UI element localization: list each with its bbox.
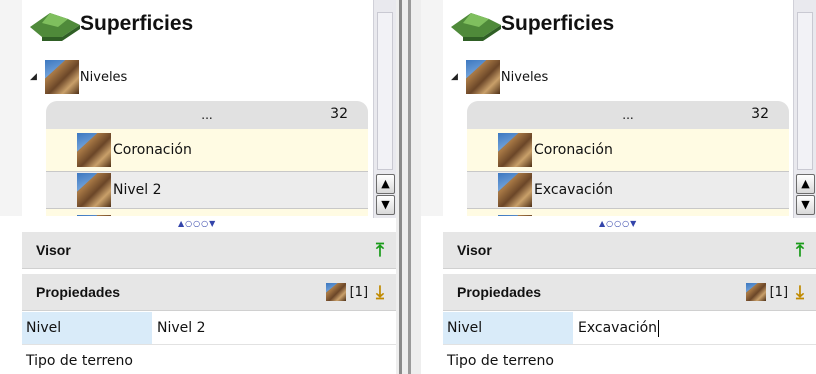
list-item[interactable] [46,213,368,216]
rock-texture-icon [745,283,766,301]
property-name: Nivel [443,312,573,344]
selection-count: [1] [769,284,789,300]
property-row[interactable]: Nivel Nivel 2 [22,312,396,345]
arrow-up-green-icon[interactable]: ⤒ [796,240,804,261]
visor-title: Visor [36,242,71,258]
tree-node-label: Niveles [79,69,128,85]
level-list: Coronación Nivel 2 [46,129,368,216]
property-name: Tipo de terreno [447,353,554,369]
left-panel: Superficies ◢ Niveles ... 32 Coronación … [0,0,396,374]
visor-section[interactable]: Visor ⤒ [443,232,816,269]
level-list: Coronación Excavación [467,129,789,216]
terrain-icon [30,13,80,41]
list-item-label: Excavación [534,182,614,198]
properties-title: Propiedades [36,284,121,300]
rock-texture-icon [498,173,532,207]
collapse-triangle-icon[interactable]: ◢ [30,72,37,82]
list-count: 32 [330,106,348,122]
right-panel: Superficies ◢ Niveles ... 32 Coronación … [421,0,816,374]
property-value[interactable] [152,345,396,374]
scroll-up-icon[interactable]: ▲ [376,174,395,194]
property-row[interactable]: Tipo de terreno [22,345,396,374]
list-item[interactable]: Coronación [467,131,789,169]
list-item[interactable]: Coronación [46,131,368,169]
list-item-selected[interactable]: Nivel 2 [46,171,368,209]
list-header-dots: ... [201,108,213,122]
rock-texture-icon [77,215,111,216]
surfaces-header: Superficies [449,6,614,42]
rock-texture-icon [77,173,111,207]
list-header-dots: ... [622,108,634,122]
list-item[interactable] [467,213,789,216]
panel-splitter[interactable] [396,0,421,374]
property-value[interactable]: Nivel 2 [152,312,396,344]
tree-node-niveles[interactable]: ◢ Niveles [451,60,548,94]
properties-section[interactable]: Propiedades [1] ⤓ [443,274,816,311]
vertical-scrollbar[interactable]: ▲ ▼ [793,0,816,218]
rock-texture-icon [325,283,346,301]
arrow-up-green-icon[interactable]: ⤒ [376,240,384,261]
properties-section[interactable]: Propiedades [1] ⤓ [22,274,396,311]
pager-indicator[interactable]: ▲○○○▼ [178,219,216,228]
terrain-icon [451,13,501,41]
arrow-down-orange-icon[interactable]: ⤓ [376,282,384,303]
list-header: ... 32 [467,101,789,129]
scrollbar-thumb[interactable] [377,12,393,170]
text-caret [658,319,660,337]
property-value-editor[interactable]: Excavación [573,312,816,344]
property-grid: Nivel Nivel 2 Tipo de terreno [22,312,396,374]
properties-actions: [1] ⤓ [745,282,804,303]
arrow-down-orange-icon[interactable]: ⤓ [796,282,804,303]
property-grid: Nivel Excavación Tipo de terreno [443,312,816,374]
scroll-up-icon[interactable]: ▲ [796,174,815,194]
rock-texture-icon [465,60,500,94]
property-name: Tipo de terreno [26,353,133,369]
property-value[interactable] [573,345,816,374]
selection-count: [1] [349,284,369,300]
visor-actions: ⤒ [796,240,804,261]
rock-texture-icon [77,133,111,167]
surfaces-title: Superficies [80,12,194,35]
list-header: ... 32 [46,101,368,129]
scroll-down-icon[interactable]: ▼ [376,195,395,215]
rock-texture-icon [498,133,532,167]
tree-node-niveles[interactable]: ◢ Niveles [30,60,127,94]
scrollbar-thumb[interactable] [797,12,813,170]
rock-texture-icon [44,60,79,94]
scroll-down-icon[interactable]: ▼ [796,195,815,215]
property-row[interactable]: Nivel Excavación [443,312,816,345]
list-count: 32 [751,106,769,122]
list-item-selected[interactable]: Excavación [467,171,789,209]
properties-actions: [1] ⤓ [325,282,384,303]
properties-title: Propiedades [457,284,542,300]
visor-actions: ⤒ [376,240,384,261]
visor-section[interactable]: Visor ⤒ [22,232,396,269]
property-row[interactable]: Tipo de terreno [443,345,816,374]
vertical-scrollbar[interactable]: ▲ ▼ [373,0,396,218]
property-name: Nivel [22,312,152,344]
list-item-label: Coronación [113,142,192,158]
pager-indicator[interactable]: ▲○○○▼ [599,219,637,228]
list-item-label: Nivel 2 [113,182,162,198]
tree-node-label: Niveles [500,69,549,85]
splitter-line [408,0,411,374]
splitter-line [399,0,402,374]
collapse-triangle-icon[interactable]: ◢ [451,72,458,82]
visor-title: Visor [457,242,492,258]
surfaces-title: Superficies [501,12,615,35]
surfaces-header: Superficies [28,6,193,42]
property-value: Excavación [578,320,658,336]
list-item-label: Coronación [534,142,613,158]
rock-texture-icon [498,215,532,216]
